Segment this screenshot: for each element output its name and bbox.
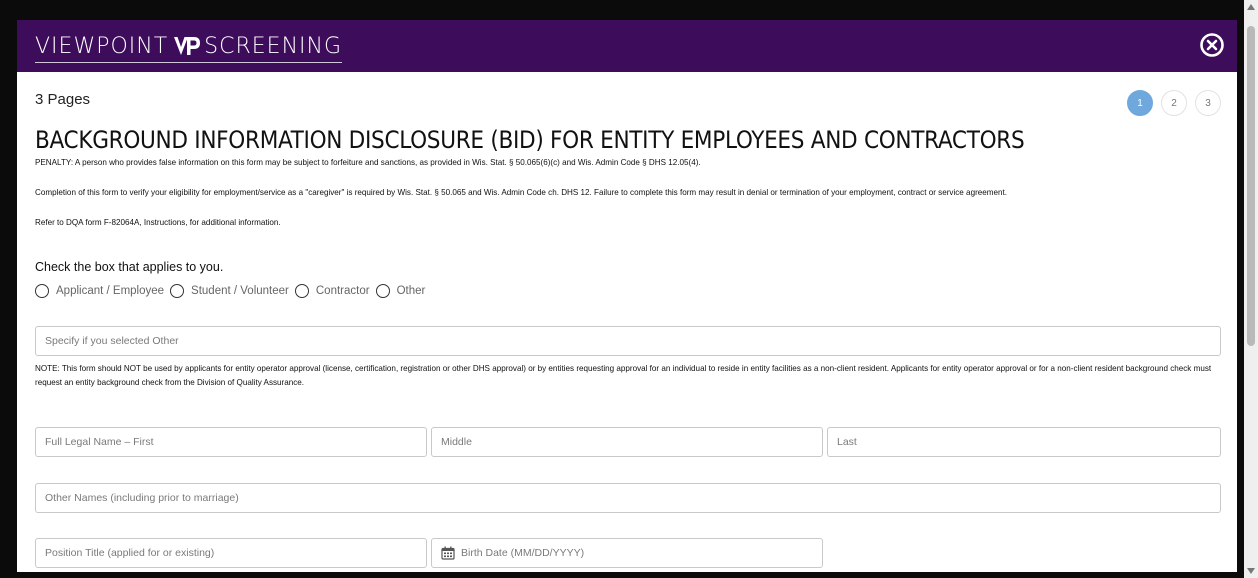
radio-circle[interactable] [375,284,390,298]
radio-applicant-employee[interactable]: Applicant / Employee [35,284,164,298]
page-3-button[interactable]: 3 [1195,90,1221,116]
completion-text: Completion of this form to verify your e… [35,188,1008,197]
radio-circle[interactable] [294,284,309,298]
check-heading: Check the box that applies to you. [35,260,224,274]
scroll-down-arrow-icon[interactable] [1247,568,1255,574]
radio-circle[interactable] [170,284,185,298]
radio-contractor[interactable]: Contractor [294,284,370,298]
close-circle-icon [1200,33,1224,57]
note-text: NOTE: This form should NOT be used by ap… [35,364,1212,387]
radio-label: Other [396,285,426,297]
form-content: 3 Pages 1 2 3 BACKGROUND INFORMATION DIS… [35,72,1223,572]
radio-label: Student / Volunteer [191,285,289,297]
other-names-input[interactable] [35,483,1221,513]
scroll-up-arrow-icon[interactable] [1247,4,1255,10]
radio-label: Applicant / Employee [56,285,165,297]
birth-date-field[interactable] [431,538,823,568]
close-button[interactable] [1199,32,1225,58]
vp-logo-icon [172,34,202,58]
page-scrollbar[interactable] [1244,0,1258,578]
brand-text-left: VIEWPOINT [35,33,169,59]
position-title-input[interactable] [35,538,427,568]
brand-logo: VIEWPOINT SCREENING [35,32,343,63]
radio-other[interactable]: Other [375,284,426,298]
radio-student-volunteer[interactable]: Student / Volunteer [170,284,289,298]
first-name-input[interactable] [35,427,427,457]
page-2-button[interactable]: 2 [1161,90,1187,116]
role-radio-group: Applicant / Employee Student / Volunteer… [35,284,431,298]
form-title: BACKGROUND INFORMATION DISCLOSURE (BID) … [35,126,1025,154]
page-pagination: 1 2 3 [1127,90,1221,116]
penalty-text: PENALTY: A person who provides false inf… [35,158,701,167]
birth-date-input[interactable] [459,546,803,560]
radio-label: Contractor [315,285,370,297]
last-name-input[interactable] [827,427,1221,457]
brand-text-right: SCREENING [204,33,343,59]
brand-underline [35,62,343,63]
pages-count-label: 3 Pages [35,91,91,108]
scroll-thumb[interactable] [1247,26,1255,346]
screening-modal: VIEWPOINT SCREENING 3 Pages 1 2 3 BACKGR… [17,20,1237,572]
radio-circle[interactable] [35,284,49,298]
specify-other-input[interactable] [35,326,1221,356]
header-bar: VIEWPOINT SCREENING [17,20,1237,72]
middle-name-input[interactable] [431,427,823,457]
page-1-button[interactable]: 1 [1127,90,1153,116]
calendar-icon[interactable] [441,546,455,560]
refer-text: Refer to DQA form F-82064A, Instructions… [35,218,281,227]
